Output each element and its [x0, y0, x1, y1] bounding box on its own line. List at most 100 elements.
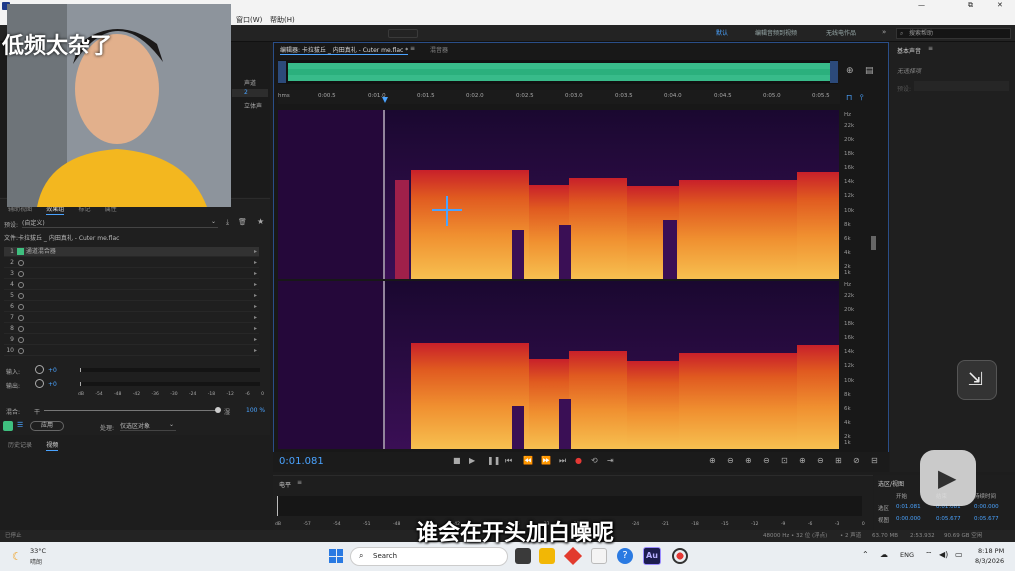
weather-icon[interactable]: ☾ [12, 550, 22, 563]
view-start[interactable]: 0:00.000 [896, 516, 921, 522]
selection-start[interactable]: 0:01.081 [896, 504, 921, 510]
panel-menu-icon[interactable]: ≡ [928, 45, 933, 52]
selection-duration[interactable]: 0:00.000 [974, 504, 999, 510]
effect-slot[interactable]: 6 ▸ [4, 302, 259, 312]
more-workspaces-icon[interactable]: » [882, 28, 886, 36]
view-end[interactable]: 0:05.677 [936, 516, 961, 522]
zoom-full-icon[interactable]: ⊡ [781, 456, 788, 465]
power-icon[interactable] [18, 292, 24, 299]
picture-in-picture-icon[interactable]: ⇲ [957, 360, 997, 400]
zoom-in-point-icon[interactable]: ⊕ [799, 456, 806, 465]
power-icon[interactable] [18, 270, 24, 277]
slot-menu-icon[interactable]: ▸ [254, 291, 257, 301]
tab-video[interactable]: 视频 [46, 442, 59, 451]
slot-menu-icon[interactable]: ▸ [254, 280, 257, 290]
save-preset-icon[interactable]: ⤓ [226, 218, 229, 227]
zoom-reset-icon[interactable]: ⊘ [853, 456, 860, 465]
power-icon[interactable] [18, 259, 24, 266]
skip-selection-icon[interactable]: ⇥ [607, 456, 614, 465]
mix-percent[interactable]: 100 % [246, 407, 265, 414]
output-gain-knob[interactable] [35, 379, 44, 388]
tab-auxiliary[interactable]: 辅助视图 [8, 206, 32, 213]
snap-icon[interactable]: ⊓ [846, 93, 852, 102]
zoom-out-time-icon[interactable]: ⊖ [763, 456, 770, 465]
zoom-out-amplitude-icon[interactable]: ⊖ [727, 456, 734, 465]
zoom-in-time-icon[interactable]: ⊕ [745, 456, 752, 465]
slot-menu-icon[interactable]: ▸ [254, 247, 257, 257]
effect-slot[interactable]: 2 ▸ [4, 258, 259, 268]
mix-slider-handle[interactable] [215, 407, 221, 413]
skip-end-icon[interactable]: ⏭ [559, 456, 566, 466]
mix-slider[interactable] [44, 410, 219, 411]
play-icon[interactable]: ▶ [469, 456, 475, 465]
time-ruler[interactable]: hms 0:00.5 0:01.0 0:01.5 0:02.0 0:02.5 0… [278, 90, 840, 104]
volume-icon[interactable]: ◀) [939, 550, 948, 559]
bilibili-play-icon[interactable]: ▶ [920, 450, 976, 506]
tab-effects-rack[interactable]: 效果组 [46, 206, 65, 215]
loop-icon[interactable]: ⟲ [591, 456, 598, 465]
store-icon[interactable] [591, 548, 607, 564]
zoom-tracks-icon[interactable]: ⊟ [871, 456, 878, 465]
weather-desc[interactable]: 晴朗 [30, 557, 42, 566]
power-on-icon[interactable] [17, 248, 24, 255]
language-indicator[interactable]: ENG [900, 551, 914, 559]
minimize-button[interactable]: — [918, 1, 925, 9]
tab-menu-icon[interactable]: ≡ [410, 45, 415, 52]
rack-power-icon[interactable] [3, 421, 13, 431]
display-mode-icon[interactable]: ▤ [865, 66, 874, 76]
obs-record-icon[interactable] [672, 548, 688, 564]
marker-pin-icon[interactable]: ⫯ [860, 93, 863, 103]
toolbar-button[interactable] [388, 29, 418, 38]
app-icon-red[interactable] [563, 546, 583, 566]
wifi-icon[interactable]: ⌔ [925, 550, 933, 560]
slot-menu-icon[interactable]: ▸ [254, 324, 257, 334]
file-explorer-icon[interactable] [539, 548, 555, 564]
slot-menu-icon[interactable]: ▸ [254, 335, 257, 345]
list-icon[interactable]: ☰ [17, 421, 23, 429]
slot-menu-icon[interactable]: ▸ [254, 302, 257, 312]
stop-icon[interactable]: ■ [453, 456, 461, 465]
zoom-selection-icon[interactable]: ⊞ [835, 456, 842, 465]
effect-slot[interactable]: 1 通道混合器 ▸ [4, 247, 259, 257]
task-view-icon[interactable] [515, 548, 531, 564]
skip-start-icon[interactable]: ⏮ [505, 456, 512, 466]
vertical-zoom-handle[interactable] [871, 236, 876, 250]
effect-slot[interactable]: 3 ▸ [4, 269, 259, 279]
weather-temp[interactable]: 33°C [30, 547, 46, 555]
zoom-out-point-icon[interactable]: ⊖ [817, 456, 824, 465]
levels-menu-icon[interactable]: ≡ [297, 479, 302, 486]
tab-mixer[interactable]: 混音器 [430, 45, 448, 54]
playhead-marker-icon[interactable] [382, 97, 388, 103]
spectrogram-channel-left[interactable] [278, 110, 839, 279]
zoom-tool-icon[interactable]: ⊕ [846, 66, 854, 76]
preset-dropdown[interactable]: (自定义) ⌄ [22, 218, 218, 228]
power-icon[interactable] [18, 303, 24, 310]
menu-window[interactable]: 窗口(W) [236, 15, 262, 25]
tab-history[interactable]: 历史记录 [8, 442, 32, 449]
help-icon[interactable]: ? [617, 548, 633, 564]
power-icon[interactable] [18, 281, 24, 288]
effect-slot[interactable]: 4 ▸ [4, 280, 259, 290]
effect-slot[interactable]: 5 ▸ [4, 291, 259, 301]
audition-icon[interactable]: Au [643, 547, 661, 565]
time-display[interactable]: 0:01.081 [279, 456, 324, 467]
workspace-video[interactable]: 编辑音频到视频 [755, 25, 797, 42]
power-icon[interactable] [18, 336, 24, 343]
tray-chevron-icon[interactable]: ⌃ [862, 550, 869, 559]
pause-icon[interactable]: ❚❚ [487, 456, 500, 465]
slot-menu-icon[interactable]: ▸ [254, 258, 257, 268]
waveform-overview[interactable] [278, 60, 838, 84]
spectrogram-channel-right[interactable] [278, 281, 839, 449]
output-gain-value[interactable]: +0 [48, 381, 57, 388]
slot-menu-icon[interactable]: ▸ [254, 269, 257, 279]
slot-menu-icon[interactable]: ▸ [254, 346, 257, 356]
effect-slot[interactable]: 9 ▸ [4, 335, 259, 345]
favorite-star-icon[interactable]: ★ [257, 217, 264, 226]
apply-button[interactable]: 应用 [30, 421, 64, 431]
input-gain-knob[interactable] [35, 365, 44, 374]
effect-slot[interactable]: 10 ▸ [4, 346, 259, 356]
effect-slot[interactable]: 8 ▸ [4, 324, 259, 334]
tab-markers[interactable]: 标记 [79, 206, 91, 213]
close-button[interactable]: ✕ [997, 1, 1003, 9]
workspace-default[interactable]: 默认 [716, 25, 728, 42]
